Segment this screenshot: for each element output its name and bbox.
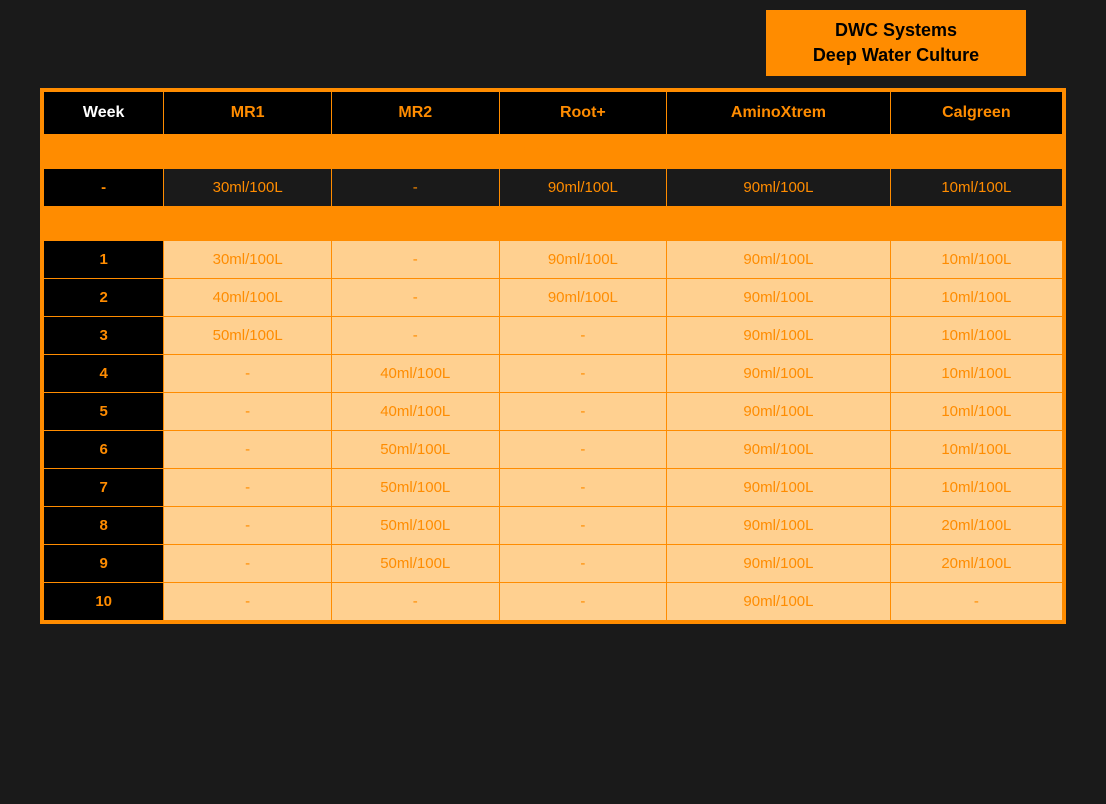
cell-1-5-1: - [164, 431, 332, 469]
cell-1-9-3: - [499, 583, 667, 621]
cell-1-6-3: - [499, 469, 667, 507]
table-row: 130ml/100L-90ml/100L90ml/100L10ml/100L [44, 241, 1063, 279]
cell-1-8-2: 50ml/100L [331, 545, 499, 583]
cell-1-8-0: 9 [44, 545, 164, 583]
cell-1-4-4: 90ml/100L [667, 393, 891, 431]
cell-1-2-3: - [499, 317, 667, 355]
cell-1-3-3: - [499, 355, 667, 393]
col-mr1: MR1 [164, 92, 332, 135]
cell-1-1-4: 90ml/100L [667, 279, 891, 317]
cell-1-9-1: - [164, 583, 332, 621]
cell-0-0-5: 10ml/100L [890, 169, 1062, 207]
cell-1-8-5: 20ml/100L [890, 545, 1062, 583]
cell-0-0-2: - [331, 169, 499, 207]
section-label-1: 12 hours ☼ [44, 207, 1063, 241]
cell-1-7-2: 50ml/100L [331, 507, 499, 545]
cell-1-6-5: 10ml/100L [890, 469, 1062, 507]
cell-1-8-4: 90ml/100L [667, 545, 891, 583]
cell-1-3-4: 90ml/100L [667, 355, 891, 393]
cell-1-0-2: - [331, 241, 499, 279]
cell-1-2-0: 3 [44, 317, 164, 355]
cell-1-1-3: 90ml/100L [499, 279, 667, 317]
cell-1-3-0: 4 [44, 355, 164, 393]
cell-1-5-4: 90ml/100L [667, 431, 891, 469]
cell-1-7-4: 90ml/100L [667, 507, 891, 545]
cell-1-8-1: - [164, 545, 332, 583]
cell-0-0-0: - [44, 169, 164, 207]
cell-1-2-5: 10ml/100L [890, 317, 1062, 355]
banner-line2: Deep Water Culture [813, 45, 979, 65]
cell-1-3-5: 10ml/100L [890, 355, 1062, 393]
cell-1-1-5: 10ml/100L [890, 279, 1062, 317]
header-banner: DWC Systems Deep Water Culture [766, 10, 1026, 76]
banner-line1: DWC Systems [835, 20, 957, 40]
table-row: 10---90ml/100L- [44, 583, 1063, 621]
table-row: 350ml/100L--90ml/100L10ml/100L [44, 317, 1063, 355]
table-wrapper: Week MR1 MR2 Root+ AminoXtrem Calgreen 1… [40, 88, 1066, 624]
cell-1-4-0: 5 [44, 393, 164, 431]
cell-1-0-0: 1 [44, 241, 164, 279]
cell-1-2-4: 90ml/100L [667, 317, 891, 355]
table-row: 7-50ml/100L-90ml/100L10ml/100L [44, 469, 1063, 507]
cell-1-2-2: - [331, 317, 499, 355]
cell-1-3-2: 40ml/100L [331, 355, 499, 393]
col-week: Week [44, 92, 164, 135]
cell-1-0-4: 90ml/100L [667, 241, 891, 279]
cell-1-7-3: - [499, 507, 667, 545]
cell-1-6-2: 50ml/100L [331, 469, 499, 507]
cell-1-5-3: - [499, 431, 667, 469]
cell-1-1-0: 2 [44, 279, 164, 317]
cell-1-1-1: 40ml/100L [164, 279, 332, 317]
section-header-0: 18 hours ☼ [44, 135, 1063, 169]
cell-1-4-3: - [499, 393, 667, 431]
cell-1-7-0: 8 [44, 507, 164, 545]
col-mr2: MR2 [331, 92, 499, 135]
cell-1-5-0: 6 [44, 431, 164, 469]
cell-1-6-0: 7 [44, 469, 164, 507]
cell-1-4-2: 40ml/100L [331, 393, 499, 431]
col-amino: AminoXtrem [667, 92, 891, 135]
cell-1-0-1: 30ml/100L [164, 241, 332, 279]
cell-1-4-5: 10ml/100L [890, 393, 1062, 431]
table-row: 8-50ml/100L-90ml/100L20ml/100L [44, 507, 1063, 545]
schedule-table: Week MR1 MR2 Root+ AminoXtrem Calgreen 1… [43, 91, 1063, 621]
cell-0-0-1: 30ml/100L [164, 169, 332, 207]
section-label-0: 18 hours ☼ [44, 135, 1063, 169]
cell-1-8-3: - [499, 545, 667, 583]
table-row: 4-40ml/100L-90ml/100L10ml/100L [44, 355, 1063, 393]
cell-1-9-2: - [331, 583, 499, 621]
table-header-row: Week MR1 MR2 Root+ AminoXtrem Calgreen [44, 92, 1063, 135]
cell-1-2-1: 50ml/100L [164, 317, 332, 355]
cell-1-5-2: 50ml/100L [331, 431, 499, 469]
cell-1-0-5: 10ml/100L [890, 241, 1062, 279]
cell-0-0-3: 90ml/100L [499, 169, 667, 207]
cell-0-0-4: 90ml/100L [667, 169, 891, 207]
col-root: Root+ [499, 92, 667, 135]
cell-1-7-1: - [164, 507, 332, 545]
cell-1-3-1: - [164, 355, 332, 393]
cell-1-9-4: 90ml/100L [667, 583, 891, 621]
cell-1-9-5: - [890, 583, 1062, 621]
cell-1-9-0: 10 [44, 583, 164, 621]
cell-1-1-2: - [331, 279, 499, 317]
cell-1-4-1: - [164, 393, 332, 431]
section-header-1: 12 hours ☼ [44, 207, 1063, 241]
table-row: 6-50ml/100L-90ml/100L10ml/100L [44, 431, 1063, 469]
cell-1-0-3: 90ml/100L [499, 241, 667, 279]
table-row: 5-40ml/100L-90ml/100L10ml/100L [44, 393, 1063, 431]
table-row: -30ml/100L-90ml/100L90ml/100L10ml/100L [44, 169, 1063, 207]
table-row: 240ml/100L-90ml/100L90ml/100L10ml/100L [44, 279, 1063, 317]
cell-1-6-1: - [164, 469, 332, 507]
cell-1-5-5: 10ml/100L [890, 431, 1062, 469]
table-row: 9-50ml/100L-90ml/100L20ml/100L [44, 545, 1063, 583]
cell-1-6-4: 90ml/100L [667, 469, 891, 507]
col-cal: Calgreen [890, 92, 1062, 135]
cell-1-7-5: 20ml/100L [890, 507, 1062, 545]
